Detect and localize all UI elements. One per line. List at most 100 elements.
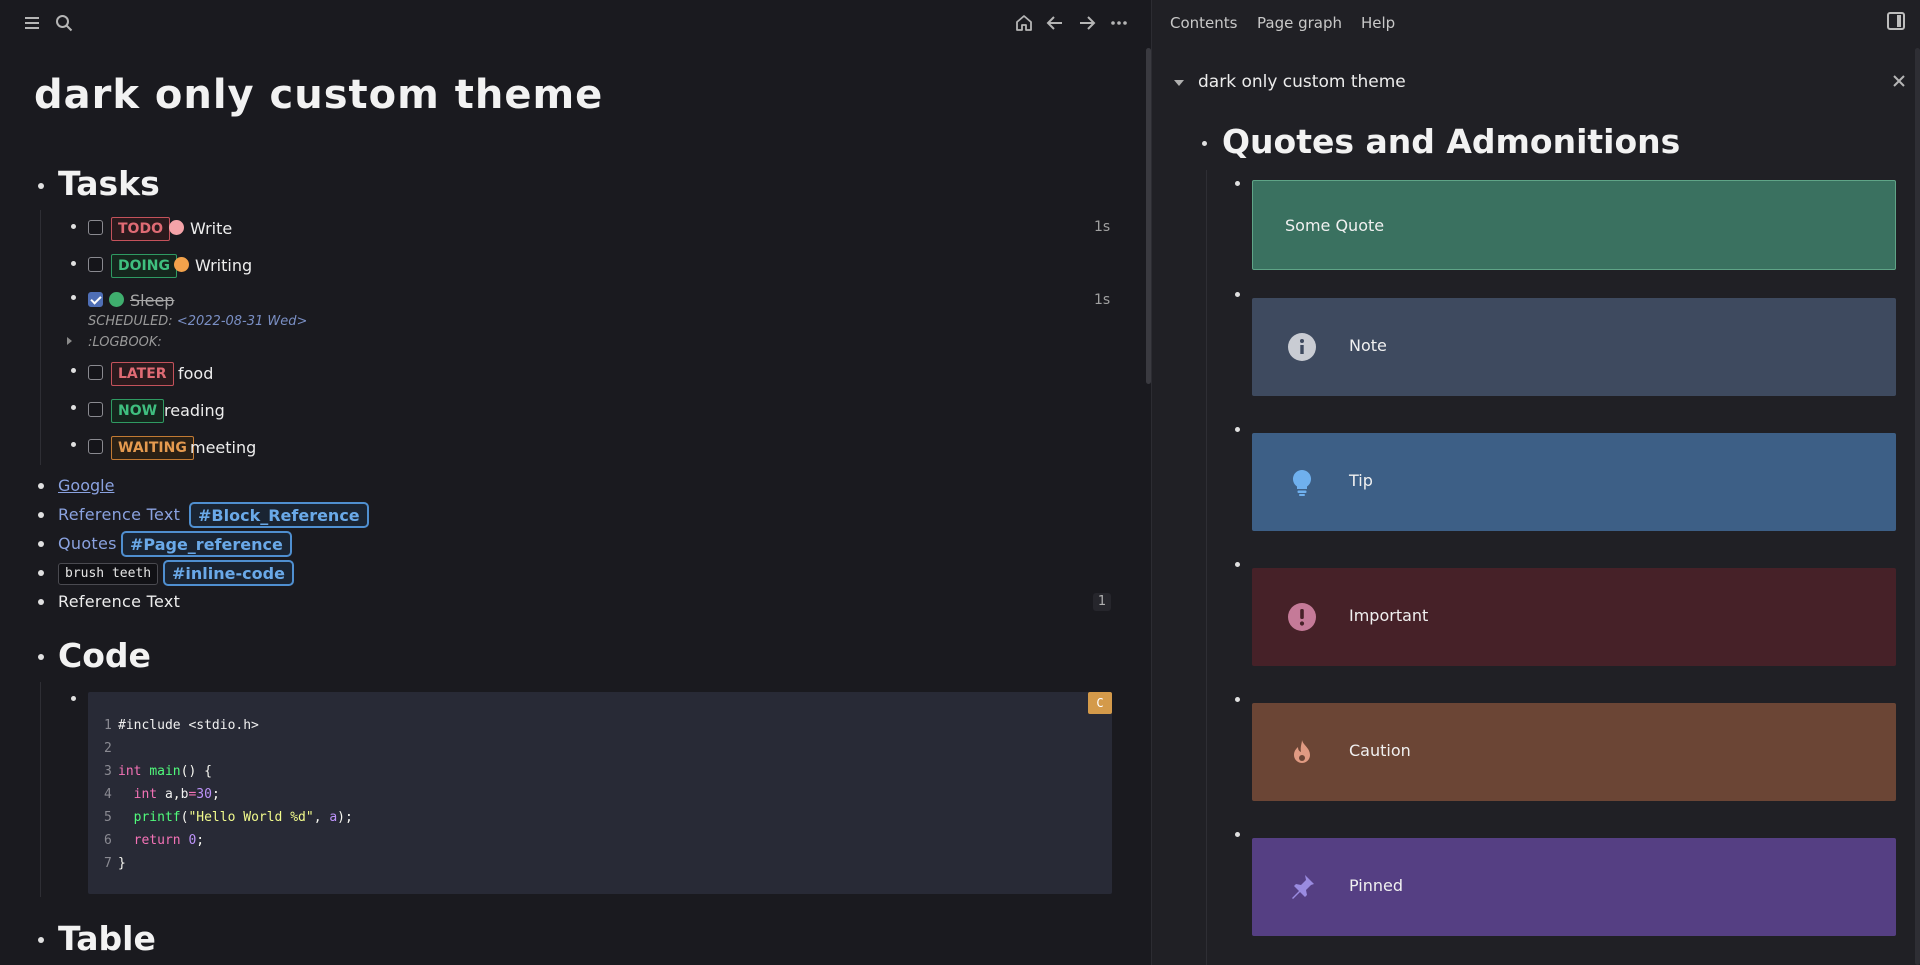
admonition-tip[interactable]: Tip xyxy=(1252,433,1896,531)
bullet[interactable] xyxy=(38,483,44,489)
bullet[interactable] xyxy=(71,261,76,266)
code-line: 7} xyxy=(104,856,126,871)
bullet[interactable] xyxy=(38,937,44,943)
bullet[interactable] xyxy=(1235,181,1240,186)
bullet[interactable] xyxy=(71,696,76,701)
code-language-badge[interactable]: C xyxy=(1088,692,1112,714)
bullet[interactable] xyxy=(1235,562,1240,567)
tab-page-graph[interactable]: Page graph xyxy=(1257,14,1342,32)
priority-dot xyxy=(109,292,124,307)
bullet[interactable] xyxy=(1235,697,1240,702)
bullet[interactable] xyxy=(71,295,76,300)
bullet[interactable] xyxy=(1202,141,1207,146)
task-timer: 1s xyxy=(1094,219,1111,235)
scheduled-line[interactable]: SCHEDULED: <2022-08-31 Wed> xyxy=(88,314,307,329)
lightbulb-icon xyxy=(1286,466,1318,498)
scheduled-date[interactable]: <2022-08-31 Wed> xyxy=(177,314,308,329)
more-options-icon[interactable] xyxy=(1107,11,1131,35)
tag-inline-code[interactable]: #inline-code xyxy=(163,560,294,586)
close-icon[interactable] xyxy=(1890,72,1908,90)
task-checkbox[interactable] xyxy=(88,257,103,272)
menu-icon[interactable] xyxy=(20,11,44,35)
code-block[interactable]: C 1 #include <stdio.h> 2 3 int main() { 4 … xyxy=(88,692,1112,894)
indent-guide xyxy=(40,682,41,897)
admonition-label: Important xyxy=(1349,606,1429,625)
bullet[interactable] xyxy=(1235,427,1240,432)
block-reference[interactable]: Reference Text xyxy=(58,505,180,524)
back-arrow-icon[interactable] xyxy=(1043,11,1067,35)
forward-arrow-icon[interactable] xyxy=(1075,11,1099,35)
flame-icon xyxy=(1286,736,1318,768)
admonition-pinned[interactable]: Pinned xyxy=(1252,838,1896,936)
bullet[interactable] xyxy=(38,512,44,518)
task-text[interactable]: Writing xyxy=(195,256,252,275)
heading-code[interactable]: Code xyxy=(58,636,151,675)
right-sidebar: Contents Page graph Help dark only custo… xyxy=(1152,0,1920,965)
tag-page-reference[interactable]: #Page_reference xyxy=(121,531,292,557)
admonition-label: Caution xyxy=(1349,741,1411,760)
bullet[interactable] xyxy=(38,570,44,576)
task-checkbox[interactable] xyxy=(88,365,103,380)
admonition-caution[interactable]: Caution xyxy=(1252,703,1896,801)
tab-help[interactable]: Help xyxy=(1361,14,1395,32)
admonition-label: Note xyxy=(1349,336,1387,355)
heading-quotes-admonitions[interactable]: Quotes and Admonitions xyxy=(1222,122,1680,161)
bullet[interactable] xyxy=(38,654,44,660)
task-marker-now[interactable]: NOW xyxy=(111,399,165,423)
bullet[interactable] xyxy=(1235,832,1240,837)
admonition-note[interactable]: Note xyxy=(1252,298,1896,396)
quote-block[interactable]: Some Quote xyxy=(1252,180,1896,270)
scheduled-label: SCHEDULED: xyxy=(88,314,173,329)
bullet[interactable] xyxy=(1235,292,1240,297)
block-text[interactable]: Reference Text xyxy=(58,592,180,611)
info-icon xyxy=(1286,331,1318,363)
bullet[interactable] xyxy=(38,183,44,189)
task-checkbox[interactable] xyxy=(88,220,103,235)
expand-triangle-icon[interactable] xyxy=(67,337,72,345)
reference-count-badge[interactable]: 1 xyxy=(1093,593,1111,611)
heading-tasks[interactable]: Tasks xyxy=(58,164,160,203)
task-text[interactable]: reading xyxy=(164,401,225,420)
sidebar-page-title[interactable]: dark only custom theme xyxy=(1198,72,1406,92)
code-line: 2 xyxy=(104,741,112,756)
task-text[interactable]: meeting xyxy=(190,438,256,457)
task-marker-later[interactable]: LATER xyxy=(111,362,174,386)
sidebar-scrollbar[interactable] xyxy=(1915,48,1920,965)
heading-table[interactable]: Table xyxy=(58,919,156,958)
main-editor: dark only custom theme Tasks TODO Write … xyxy=(0,0,1151,965)
tag-block-reference[interactable]: #Block_Reference xyxy=(189,502,369,528)
bullet[interactable] xyxy=(38,541,44,547)
bullet[interactable] xyxy=(71,442,76,447)
logbook-drawer[interactable]: :LOGBOOK: xyxy=(88,335,162,350)
home-icon[interactable] xyxy=(1012,11,1036,35)
indent-guide xyxy=(40,210,41,465)
task-text[interactable]: food xyxy=(178,364,213,383)
search-icon[interactable] xyxy=(52,11,76,35)
exclamation-icon xyxy=(1286,601,1318,633)
page-title[interactable]: dark only custom theme xyxy=(34,72,603,118)
indent-guide xyxy=(1206,170,1207,965)
task-marker-doing[interactable]: DOING xyxy=(111,254,177,278)
top-bar xyxy=(0,0,1150,46)
code-line: 1 #include <stdio.h> xyxy=(104,718,259,733)
bullet[interactable] xyxy=(71,368,76,373)
tab-contents[interactable]: Contents xyxy=(1170,14,1237,32)
collapse-triangle-icon[interactable] xyxy=(1174,80,1184,86)
task-checkbox[interactable] xyxy=(88,402,103,417)
page-reference[interactable]: Quotes xyxy=(58,534,117,553)
admonition-important[interactable]: Important xyxy=(1252,568,1896,666)
task-text[interactable]: Write xyxy=(190,219,232,238)
task-marker-waiting[interactable]: WAITING xyxy=(111,436,194,460)
task-text-done[interactable]: Sleep xyxy=(130,291,174,310)
task-checkbox-checked[interactable] xyxy=(88,292,103,307)
bullet[interactable] xyxy=(71,405,76,410)
bullet[interactable] xyxy=(38,599,44,605)
external-link[interactable]: Google xyxy=(58,476,114,495)
task-checkbox[interactable] xyxy=(88,439,103,454)
inline-code[interactable]: brush teeth xyxy=(58,563,159,585)
bullet[interactable] xyxy=(71,224,76,229)
code-line: 6 return 0; xyxy=(104,833,205,848)
priority-dot xyxy=(169,220,184,235)
toggle-sidebar-icon[interactable] xyxy=(1887,12,1905,30)
task-marker-todo[interactable]: TODO xyxy=(111,217,170,241)
